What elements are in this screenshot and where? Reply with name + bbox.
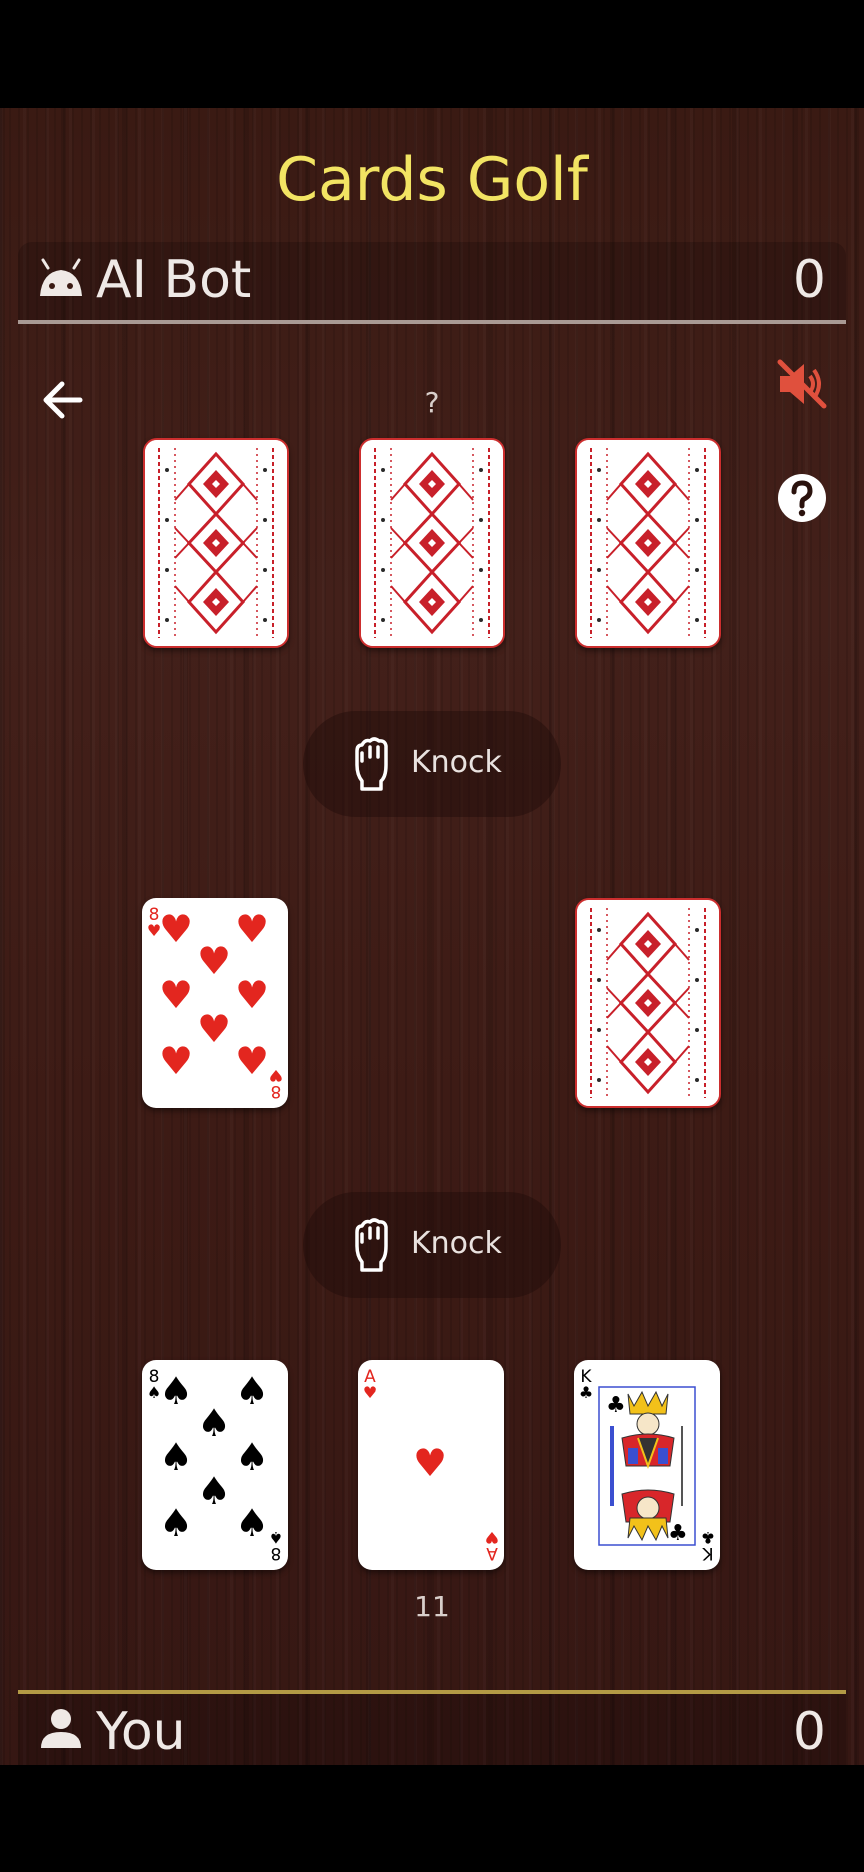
spade-pip: ♠ — [158, 1369, 194, 1413]
svg-text:♣: ♣ — [606, 1393, 626, 1418]
discard-pile-card[interactable]: 8 ♥ 8 ♥ ♥ ♥ ♥ ♥ ♥ ♥ ♥ ♥ — [142, 898, 288, 1108]
card-suit-small: ♥ — [362, 1383, 378, 1402]
heart-pip: ♥ — [158, 907, 194, 951]
spade-pip: ♠ — [234, 1501, 270, 1545]
android-icon — [40, 258, 82, 296]
player-score: 0 — [792, 1702, 826, 1762]
app-title: Cards Golf — [276, 145, 588, 215]
card-suit-small: ♣ — [578, 1383, 594, 1402]
opponent-hand-score: ? — [424, 386, 440, 419]
player-name: You — [96, 1702, 186, 1762]
player-card[interactable]: K ♣ K ♣ ♣ ♣ — [574, 1360, 720, 1570]
card-back-pattern — [577, 900, 719, 1106]
spade-pip: ♠ — [196, 1401, 232, 1445]
card-suit-small: ♥ — [484, 1528, 500, 1547]
opponent-score: 0 — [792, 250, 826, 310]
heart-pip: ♥ — [234, 973, 270, 1017]
king-portrait-icon: ♣ ♣ — [598, 1386, 696, 1546]
person-icon — [41, 1709, 81, 1748]
spade-pip: ♠ — [234, 1369, 270, 1413]
knock-label: Knock — [411, 745, 502, 780]
heart-pip: ♥ — [412, 1441, 448, 1485]
knock-fist-icon — [355, 1218, 388, 1272]
arrow-back-icon[interactable] — [40, 378, 84, 422]
draw-pile-card[interactable] — [575, 898, 721, 1108]
knock-button-opponent[interactable]: Knock — [303, 711, 561, 817]
card-back-pattern — [577, 440, 719, 646]
spade-pip: ♠ — [234, 1435, 270, 1479]
card-back-pattern — [361, 440, 503, 646]
opponent-card-back[interactable] — [143, 438, 289, 648]
svg-text:♣: ♣ — [668, 1521, 688, 1546]
knock-label: Knock — [411, 1226, 502, 1261]
help-icon[interactable] — [776, 472, 828, 524]
opponent-name: AI Bot — [96, 250, 252, 310]
player-card[interactable]: 8 ♠ 8 ♠ ♠ ♠ ♠ ♠ ♠ ♠ ♠ ♠ — [142, 1360, 288, 1570]
card-back-pattern — [145, 440, 287, 646]
volume-off-icon[interactable] — [776, 358, 828, 410]
card-suit-small: ♣ — [700, 1528, 716, 1547]
player-bar: You 0 — [18, 1690, 846, 1765]
player-card[interactable]: A ♥ A ♥ ♥ — [358, 1360, 504, 1570]
heart-pip: ♥ — [234, 907, 270, 951]
game-board: Cards Golf AI Bot 0 ? Knock 8 ♥ 8 ♥ ♥ ♥ … — [0, 108, 864, 1765]
heart-pip: ♥ — [234, 1039, 270, 1083]
spade-pip: ♠ — [196, 1469, 232, 1513]
heart-pip: ♥ — [196, 939, 232, 983]
player-hand-score: 11 — [414, 1590, 450, 1623]
knock-button-player[interactable]: Knock — [303, 1192, 561, 1298]
opponent-bar: AI Bot 0 — [18, 242, 846, 324]
heart-pip: ♥ — [158, 1039, 194, 1083]
knock-fist-icon — [355, 737, 388, 791]
heart-pip: ♥ — [196, 1007, 232, 1051]
spade-pip: ♠ — [158, 1435, 194, 1479]
opponent-card-back[interactable] — [359, 438, 505, 648]
opponent-card-back[interactable] — [575, 438, 721, 648]
heart-pip: ♥ — [158, 973, 194, 1017]
spade-pip: ♠ — [158, 1501, 194, 1545]
